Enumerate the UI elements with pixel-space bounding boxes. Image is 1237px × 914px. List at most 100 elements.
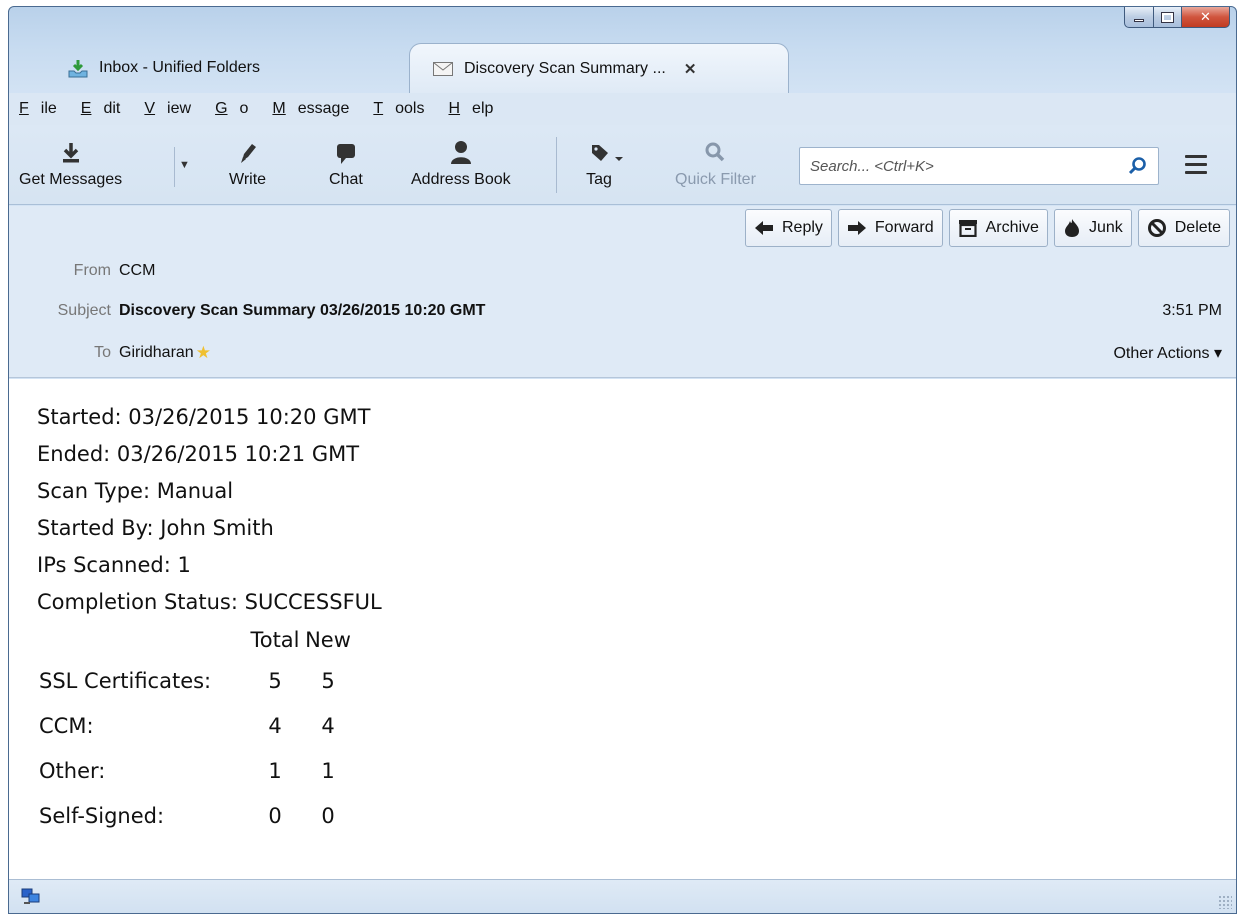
menu-go-accel: G bbox=[215, 100, 228, 117]
junk-button[interactable]: Junk bbox=[1053, 209, 1132, 247]
table-cell-label: Self-Signed: bbox=[39, 803, 165, 828]
body-line-started-by: Started By: John Smith bbox=[37, 516, 274, 540]
menu-edit-accel: E bbox=[80, 100, 92, 117]
star-icon[interactable]: ★ bbox=[196, 343, 211, 363]
search-box[interactable] bbox=[799, 147, 1159, 185]
menu-help-accel: H bbox=[448, 100, 461, 117]
menu-tools[interactable]: Tools bbox=[373, 100, 436, 118]
chat-button[interactable]: Chat bbox=[329, 137, 363, 189]
address-book-button[interactable]: Address Book bbox=[411, 137, 511, 189]
menu-tools-accel: T bbox=[373, 100, 384, 117]
table-cell-total: 5 bbox=[268, 668, 282, 693]
table-header-cell bbox=[37, 621, 249, 658]
junk-label: Junk bbox=[1088, 219, 1123, 236]
write-label: Write bbox=[229, 171, 267, 188]
table-cell-label: CCM: bbox=[39, 713, 94, 738]
tag-button[interactable]: Tag bbox=[586, 137, 625, 189]
body-line-scan-type: Scan Type: Manual bbox=[37, 479, 234, 503]
inbox-download-icon bbox=[67, 59, 89, 78]
search-input[interactable] bbox=[810, 157, 1110, 175]
chat-label: Chat bbox=[329, 171, 363, 188]
magnifier-icon bbox=[704, 137, 726, 165]
table-cell-new: 5 bbox=[321, 668, 335, 693]
subject-row: Subject Discovery Scan Summary 03/26/201… bbox=[9, 302, 1236, 320]
get-messages-dropdown-icon[interactable]: ▼ bbox=[179, 155, 190, 173]
toolbar-divider bbox=[174, 147, 175, 187]
address-book-label: Address Book bbox=[411, 171, 511, 188]
menu-message[interactable]: Message bbox=[272, 100, 361, 118]
subject-label: Subject bbox=[57, 302, 111, 319]
quick-filter-label: Quick Filter bbox=[675, 171, 756, 188]
tab-discovery-label: Discovery Scan Summary ... bbox=[464, 59, 666, 77]
to-value[interactable]: Giridharan bbox=[119, 344, 194, 362]
message-actions: Reply Forward Archive Junk Delete bbox=[739, 209, 1230, 247]
tab-bar: Inbox - Unified Folders Discovery Scan S… bbox=[9, 41, 1236, 93]
tag-label: Tag bbox=[586, 171, 612, 188]
app-menu-icon[interactable] bbox=[1185, 155, 1207, 179]
get-messages-button[interactable]: Get Messages bbox=[19, 137, 122, 189]
tab-inbox[interactable]: Inbox - Unified Folders bbox=[55, 43, 415, 93]
thunderbird-window: ✕ Inbox - Unified Folders Discovery Scan… bbox=[8, 6, 1237, 914]
minimize-button[interactable] bbox=[1124, 7, 1154, 28]
tag-icon bbox=[589, 137, 625, 165]
scan-summary-table: Total New SSL Certificates: 5 5 CCM: 4 4… bbox=[37, 621, 355, 838]
menu-view-rest: iew bbox=[167, 100, 192, 117]
menu-file[interactable]: File bbox=[19, 100, 69, 118]
delete-label: Delete bbox=[1174, 219, 1221, 236]
download-icon bbox=[60, 137, 82, 165]
tab-close-icon[interactable]: ✕ bbox=[684, 60, 697, 78]
forward-label: Forward bbox=[874, 219, 934, 236]
close-icon: ✕ bbox=[1200, 9, 1211, 25]
tab-inbox-label: Inbox - Unified Folders bbox=[99, 59, 260, 76]
menu-help[interactable]: Help bbox=[448, 100, 505, 118]
table-row: Self-Signed: 0 0 bbox=[37, 793, 355, 838]
search-icon[interactable] bbox=[1128, 156, 1148, 181]
menu-bar: File Edit View Go Message Tools Help bbox=[9, 93, 1236, 125]
reply-icon bbox=[754, 220, 774, 236]
other-actions-button[interactable]: Other Actions ▾ bbox=[1113, 343, 1222, 363]
subject-value: Discovery Scan Summary 03/26/2015 10:20 … bbox=[119, 302, 486, 319]
write-button[interactable]: Write bbox=[229, 137, 266, 189]
message-header-pane: Reply Forward Archive Junk Delete From C… bbox=[9, 206, 1236, 378]
table-row: CCM: 4 4 bbox=[37, 703, 355, 748]
resize-grip[interactable] bbox=[1218, 895, 1232, 909]
table-header-total: Total bbox=[250, 627, 300, 652]
table-row: SSL Certificates: 5 5 bbox=[37, 658, 355, 703]
menu-message-accel: M bbox=[272, 100, 286, 117]
to-row: To Giridharan ★ Other Actions ▾ bbox=[9, 343, 1236, 363]
forward-icon bbox=[847, 220, 867, 236]
window-caption-buttons: ✕ bbox=[1124, 7, 1230, 28]
forward-button[interactable]: Forward bbox=[837, 209, 943, 247]
archive-label: Archive bbox=[985, 219, 1039, 236]
tab-discovery-scan[interactable]: Discovery Scan Summary ... ✕ bbox=[409, 43, 789, 93]
menu-tools-rest: ools bbox=[395, 100, 425, 117]
delete-button[interactable]: Delete bbox=[1137, 209, 1230, 247]
quick-filter-button[interactable]: Quick Filter bbox=[675, 137, 756, 189]
table-cell-total: 1 bbox=[268, 758, 282, 783]
toolbar-separator bbox=[556, 137, 557, 193]
chat-bubble-icon bbox=[334, 137, 358, 165]
envelope-icon bbox=[432, 60, 454, 78]
network-status-icon[interactable] bbox=[21, 888, 41, 910]
table-cell-total: 0 bbox=[268, 803, 282, 828]
menu-go[interactable]: Go bbox=[215, 100, 260, 118]
table-header-row: Total New bbox=[37, 621, 355, 658]
reply-button[interactable]: Reply bbox=[745, 209, 832, 247]
pencil-icon bbox=[238, 137, 258, 165]
reply-label: Reply bbox=[782, 219, 823, 236]
menu-view[interactable]: View bbox=[144, 100, 203, 118]
from-value[interactable]: CCM bbox=[119, 262, 155, 280]
maximize-button[interactable] bbox=[1154, 7, 1182, 28]
body-line-ended: Ended: 03/26/2015 10:21 GMT bbox=[37, 442, 360, 466]
table-cell-label: SSL Certificates: bbox=[39, 668, 212, 693]
close-window-button[interactable]: ✕ bbox=[1182, 7, 1230, 28]
body-line-ips-scanned: IPs Scanned: 1 bbox=[37, 553, 191, 577]
main-toolbar: Get Messages ▼ Write Chat Address Book T… bbox=[9, 125, 1236, 205]
menu-edit-rest: dit bbox=[103, 100, 121, 117]
from-label: From bbox=[73, 262, 111, 279]
menu-edit[interactable]: Edit bbox=[81, 100, 133, 118]
hamburger-bar-2 bbox=[1185, 163, 1207, 166]
archive-button[interactable]: Archive bbox=[948, 209, 1048, 247]
from-row: From CCM bbox=[9, 262, 1236, 280]
hamburger-bar-1 bbox=[1185, 155, 1207, 158]
